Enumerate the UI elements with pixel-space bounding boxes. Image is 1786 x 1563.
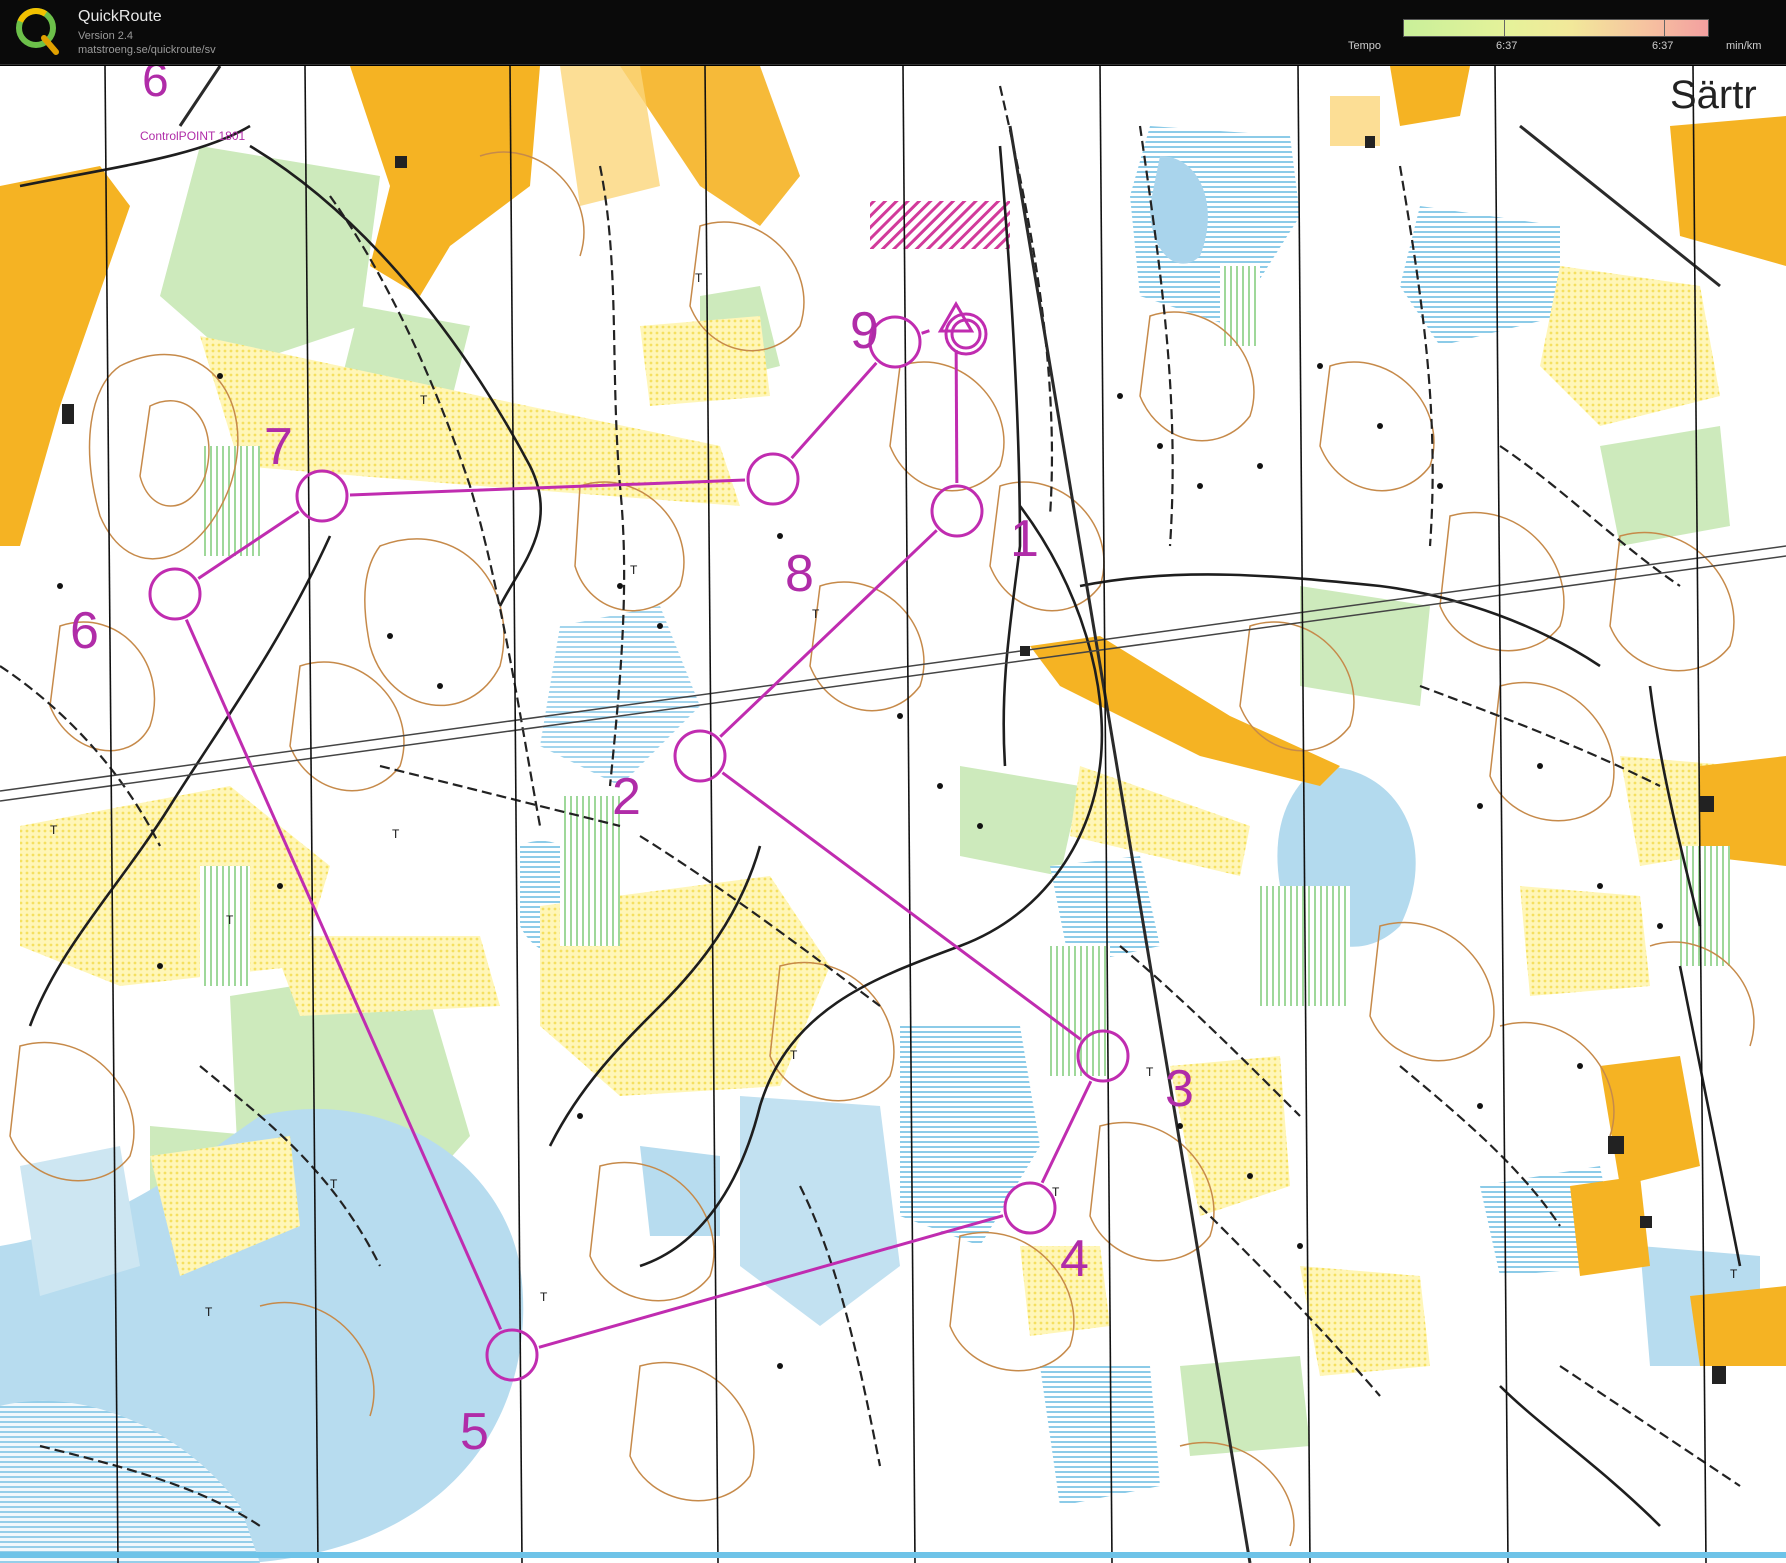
control-label-c4: 4 (1060, 1230, 1089, 1288)
corner-control-label: 6 (142, 66, 169, 107)
control-label-c7: 7 (264, 418, 293, 476)
control-box-text: ControlPOINT 1801 (140, 129, 245, 143)
tree-marker: T (205, 1305, 213, 1319)
tree-marker: T (630, 563, 638, 577)
app-title: QuickRoute (78, 8, 162, 25)
tree-marker: T (1146, 1065, 1154, 1079)
tree-marker: T (330, 1177, 338, 1191)
tree-marker: T (50, 823, 58, 837)
tempo-legend: Tempo 6:37 6:37 min/km (1340, 14, 1786, 58)
tree-marker: T (392, 827, 400, 841)
app-url[interactable]: matstroeng.se/quickroute/sv (78, 44, 216, 56)
tree-marker: T (790, 1048, 798, 1062)
legend-left-value: 6:37 (1496, 40, 1518, 52)
tree-marker: T (812, 607, 820, 621)
control-label-c8: 8 (785, 545, 814, 603)
tempo-color-scale (1403, 19, 1709, 37)
quickroute-logo-icon (16, 8, 59, 55)
control-label-c6: 6 (70, 602, 99, 660)
app-version: Version 2.4 (78, 30, 134, 42)
map-frame (0, 1552, 1786, 1558)
tree-marker: T (1730, 1267, 1738, 1281)
quickroute-window: QuickRoute Version 2.4 matstroeng.se/qui… (0, 0, 1786, 1563)
control-label-c2: 2 (612, 768, 641, 826)
place-name: Särtr (1670, 73, 1757, 117)
orienteering-map[interactable]: T T T T T T T T T T T T T T Särtr Contro… (0, 66, 1786, 1563)
tree-marker: T (540, 1290, 548, 1304)
tree-marker: T (226, 913, 234, 927)
control-label-c1: 1 (1010, 510, 1039, 568)
legend-right-value: 6:37 (1652, 40, 1674, 52)
app-header: QuickRoute Version 2.4 matstroeng.se/qui… (0, 0, 1786, 65)
control-label-c5: 5 (460, 1403, 489, 1461)
tree-marker: T (695, 271, 703, 285)
course-leg (954, 349, 959, 484)
forbidden-area (870, 201, 1010, 249)
control-label-c9: 9 (850, 302, 879, 360)
map-viewport[interactable]: T T T T T T T T T T T T T T Särtr Contro… (0, 66, 1786, 1563)
legend-label: Tempo (1348, 40, 1382, 52)
control-label-c3: 3 (1165, 1060, 1194, 1118)
tree-marker: T (420, 393, 428, 407)
legend-unit: min/km (1726, 40, 1762, 52)
